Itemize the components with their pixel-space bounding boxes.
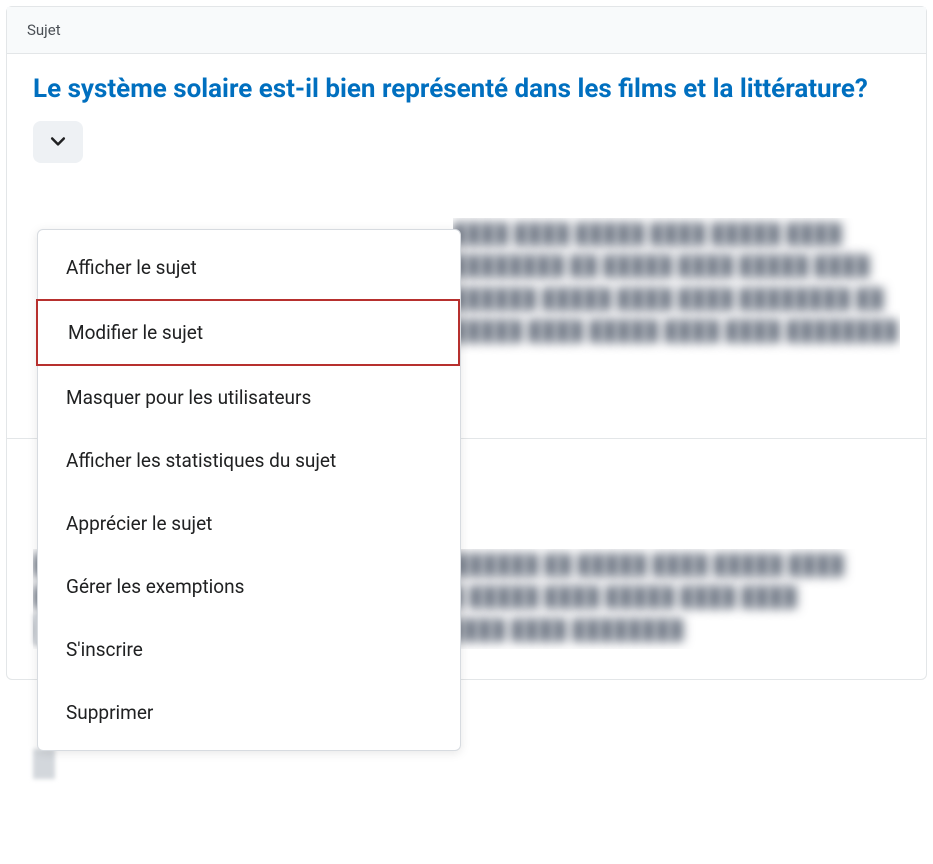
panel-body: Le système solaire est-il bien représent… — [7, 54, 926, 679]
menu-item-delete[interactable]: Supprimer — [38, 681, 460, 744]
menu-item-hide-for-users[interactable]: Masquer pour les utilisateurs — [38, 366, 460, 429]
menu-item-rate-topic[interactable]: Apprécier le sujet — [38, 492, 460, 555]
menu-item-edit-topic[interactable]: Modifier le sujet — [36, 299, 460, 366]
panel-header-label: Sujet — [7, 7, 926, 54]
topic-actions-menu: Afficher le sujet Modifier le sujet Masq… — [37, 229, 461, 751]
chevron-down-icon — [48, 131, 68, 154]
topic-panel: Sujet Le système solaire est-il bien rep… — [6, 6, 927, 680]
topic-title-link[interactable]: Le système solaire est-il bien représent… — [33, 72, 900, 107]
menu-item-manage-exemptions[interactable]: Gérer les exemptions — [38, 555, 460, 618]
blurred-avatar-2 — [33, 749, 55, 779]
menu-item-view-topic[interactable]: Afficher le sujet — [38, 236, 460, 299]
menu-item-view-stats[interactable]: Afficher les statistiques du sujet — [38, 429, 460, 492]
menu-item-subscribe[interactable]: S'inscrire — [38, 618, 460, 681]
blurred-content-1: ████ ████ █████ ████ █████ ████ ████████… — [453, 218, 900, 378]
topic-actions-toggle[interactable] — [33, 121, 83, 163]
